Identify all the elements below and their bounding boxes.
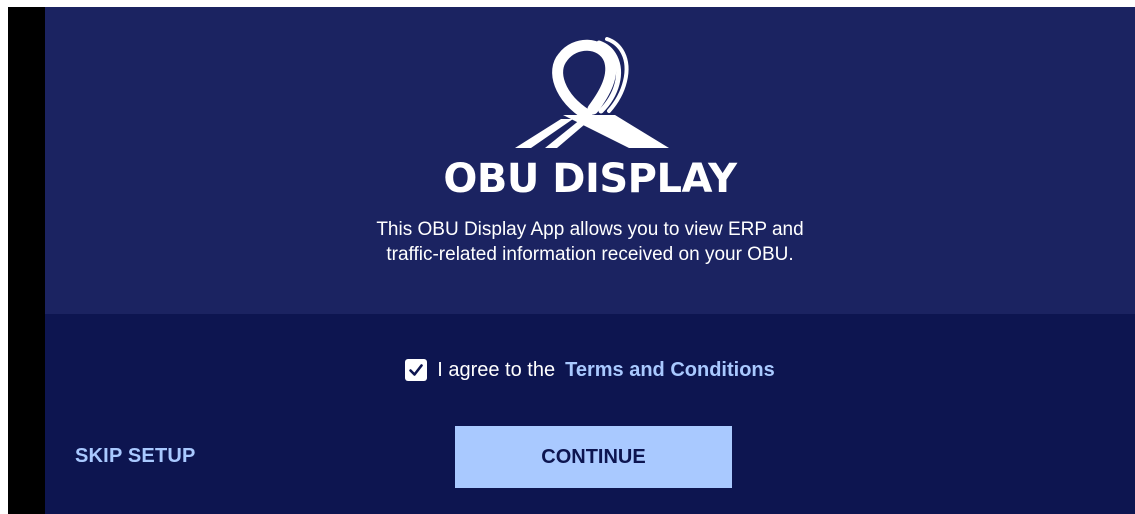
app-description: This OBU Display App allows you to view …: [45, 217, 1135, 267]
checkmark-icon: [409, 364, 424, 376]
intro-panel: OBU DISPLAY This OBU Display App allows …: [45, 7, 1135, 314]
app-title: OBU DISPLAY: [443, 156, 737, 202]
skip-setup-button[interactable]: SKIP SETUP: [75, 445, 196, 468]
setup-screen: OBU DISPLAY This OBU Display App allows …: [45, 7, 1135, 514]
description-line-1: This OBU Display App allows you to view …: [376, 219, 804, 240]
continue-button[interactable]: CONTINUE: [455, 426, 732, 488]
description-line-2: traffic-related information received on …: [386, 244, 794, 265]
agree-checkbox[interactable]: [405, 359, 428, 381]
agree-label: I agree to the: [437, 359, 556, 381]
obu-display-logo-icon: [515, 37, 669, 148]
terms-and-conditions-link[interactable]: Terms and Conditions: [565, 357, 775, 383]
terms-agreement-row: I agree to the Terms and Conditions: [45, 357, 1135, 383]
